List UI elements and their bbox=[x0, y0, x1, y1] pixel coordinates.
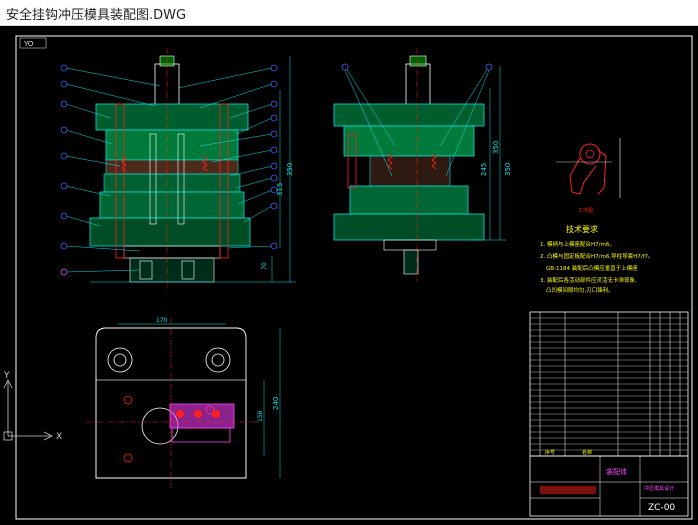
dim-height-total: 350 bbox=[286, 163, 294, 176]
axis-y-label: Y bbox=[3, 371, 10, 381]
ucs-axis-icon: X Y bbox=[3, 371, 62, 442]
title-block-drawing-no: ZC-00 bbox=[648, 503, 675, 513]
dim-side-h2: 350 bbox=[492, 141, 500, 154]
tech-requirements: 技术要求 1. 模柄与上模座配合H7/m6。 2. 凸模与固定板配合H7/m6,… bbox=[540, 224, 654, 294]
tech-req-line-2: 2. 凸模与固定板配合H7/m6,导柱导套H7/f7。 bbox=[540, 252, 654, 260]
dim-height-low: 70 bbox=[261, 262, 268, 270]
dim-plan-h2: 240 bbox=[272, 397, 280, 410]
bill-of-materials: 序号 名称 bbox=[529, 311, 689, 457]
bom-col-no: 序号 bbox=[545, 449, 555, 456]
dim-side-h3: 350 bbox=[504, 163, 512, 176]
workpiece-view: 工件图 bbox=[556, 138, 621, 214]
tech-req-title: 技术要求 bbox=[566, 224, 598, 234]
tech-req-line-5: 凸凹模间隙均匀,刃口锋利。 bbox=[546, 286, 614, 294]
window-title: 安全挂钩冲压模具装配图.DWG bbox=[6, 8, 187, 23]
dim-plan-h1: 158 bbox=[257, 410, 264, 422]
dim-side-h1: 245 bbox=[480, 163, 488, 176]
view-tab-label: YO bbox=[23, 40, 34, 48]
side-section-view: 245 350 350 bbox=[333, 48, 512, 282]
axis-x-label: X bbox=[56, 432, 62, 442]
dim-height-mid: 315 bbox=[276, 183, 284, 196]
front-section-view: 350 315 70 bbox=[60, 48, 296, 291]
title-block-school: 冲压模具设计 bbox=[644, 485, 674, 492]
title-block-name: 装配体 bbox=[606, 467, 627, 476]
dim-plan-width: 170 bbox=[156, 317, 168, 324]
title-block: 装配体 冲压模具设计 ZC-00 bbox=[529, 455, 689, 517]
tech-req-line-4: 3. 装配后各活动部件应灵活无卡滞现象, bbox=[540, 276, 637, 284]
bom-col-name: 名称 bbox=[582, 449, 592, 456]
window-title-bar: 安全挂钩冲压模具装配图.DWG bbox=[0, 0, 698, 26]
plan-view: 170 158 240 bbox=[86, 317, 281, 488]
workpiece-label: 工件图 bbox=[578, 207, 593, 214]
cad-drawing-canvas[interactable]: YO 350 315 70 245 350 350 工件图 技术要求 1. 模柄… bbox=[0, 26, 698, 525]
tech-req-line-3: GB-1184 装配后凸模应垂直于上模座 bbox=[546, 264, 638, 272]
tech-req-line-1: 1. 模柄与上模座配合H7/m6。 bbox=[540, 240, 615, 248]
